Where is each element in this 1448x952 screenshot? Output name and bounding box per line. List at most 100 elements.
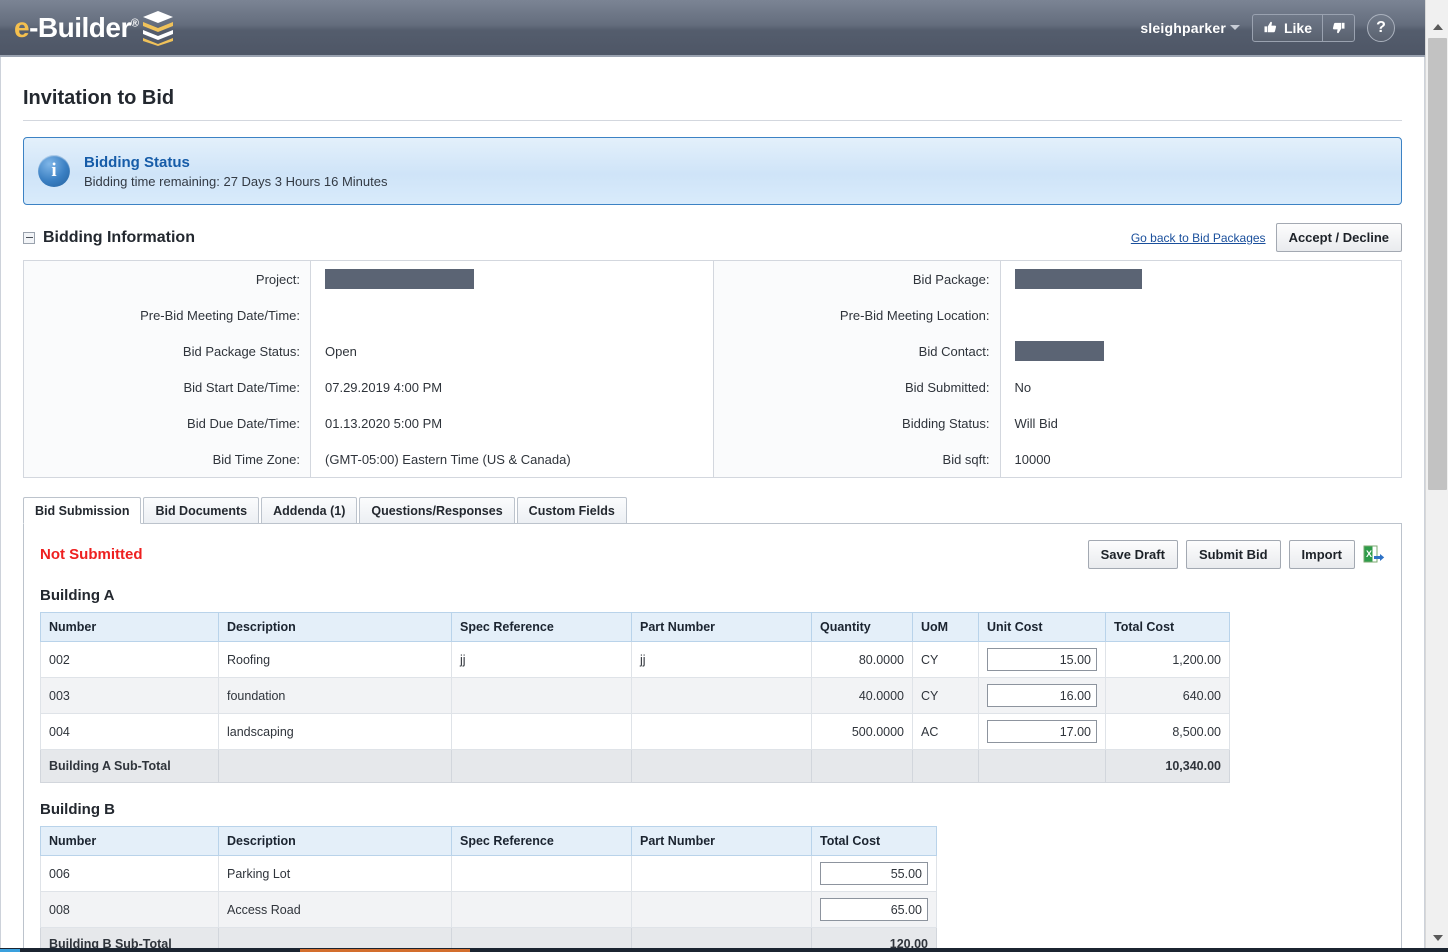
cell-spec-reference	[451, 891, 632, 928]
redacted-value	[1014, 269, 1142, 289]
col-quantity: Quantity	[811, 612, 913, 642]
field-label: Bid Time Zone:	[212, 451, 300, 467]
cell-part-number	[631, 677, 812, 714]
triangle-up-icon	[1432, 24, 1443, 30]
subtotal-blank	[811, 749, 913, 783]
bidding-information-grid: Project: Pre-Bid Meeting Date/Time: Bid …	[23, 260, 1402, 478]
left-labels: Project: Pre-Bid Meeting Date/Time: Bid …	[24, 261, 311, 477]
cell-description: Roofing	[218, 641, 452, 678]
cell-part-number	[631, 891, 812, 928]
col-total-cost: Total Cost	[1105, 612, 1230, 642]
field-label: Bid Submitted:	[904, 379, 990, 395]
field-value-bid-package	[1001, 261, 1402, 297]
bottom-edge-strip	[0, 948, 1448, 952]
bidding-information-header: Bidding Information Go back to Bid Packa…	[23, 223, 1402, 252]
tab-bid-submission[interactable]: Bid Submission	[23, 496, 142, 524]
field-label: Project:	[255, 271, 300, 287]
collapse-toggle[interactable]	[23, 231, 35, 244]
cell-uom: CY	[912, 641, 979, 678]
building-b-table: Number Description Spec Reference Part N…	[40, 826, 937, 952]
bid-submission-panel: Not Submitted Save Draft Submit Bid Impo…	[23, 523, 1402, 952]
total-cost-input[interactable]	[820, 862, 928, 885]
submission-actions: Save Draft Submit Bid Import X	[1087, 540, 1385, 569]
subtotal-blank	[218, 749, 452, 783]
col-number: Number	[40, 612, 219, 642]
svg-text:X: X	[1366, 549, 1372, 559]
cell-spec-reference	[451, 713, 632, 750]
field-value-bid-timezone: (GMT-05:00) Eastern Time (US & Canada)	[325, 451, 571, 467]
scroll-down-arrow[interactable]	[1426, 928, 1448, 948]
thumbs-down-icon	[1332, 22, 1345, 34]
subtotal-blank	[631, 749, 812, 783]
field-label: Pre-Bid Meeting Location:	[839, 307, 990, 323]
unit-cost-input[interactable]	[987, 684, 1097, 707]
cell-description: Access Road	[218, 891, 452, 928]
excel-export-icon[interactable]: X	[1363, 544, 1385, 566]
logo-word: -Builder	[29, 11, 131, 43]
table-row: 004 landscaping 500.0000 AC 8,500.00	[40, 713, 1230, 750]
logo-letter-e: e	[14, 11, 30, 43]
col-part-number: Part Number	[631, 826, 812, 856]
vertical-scrollbar[interactable]	[1425, 0, 1448, 952]
thumbs-up-icon	[1264, 21, 1277, 33]
total-cost-input[interactable]	[820, 898, 928, 921]
tab-questions-responses[interactable]: Questions/Responses	[359, 496, 515, 524]
ebuilder-logo[interactable]: e-Builder®	[14, 10, 175, 46]
go-back-to-bid-packages-link[interactable]: Go back to Bid Packages	[1131, 231, 1266, 245]
field-value-bid-package-status: Open	[325, 343, 357, 359]
banner-subtitle: Bidding time remaining: 27 Days 3 Hours …	[84, 173, 388, 189]
table-row: 003 foundation 40.0000 CY 640.00	[40, 677, 1230, 714]
right-labels: Bid Package: Pre-Bid Meeting Location: B…	[713, 261, 1001, 477]
field-value-bid-start: 07.29.2019 4:00 PM	[325, 379, 443, 395]
field-value-bid-submitted: No	[1014, 379, 1032, 395]
cell-total-cost: 1,200.00	[1105, 641, 1230, 678]
like-label: Like	[1283, 19, 1312, 36]
subtotal-label: Building A Sub-Total	[40, 749, 219, 783]
field-label: Bidding Status:	[902, 415, 990, 431]
section-actions: Go back to Bid Packages Accept / Decline	[1131, 223, 1402, 252]
table-header-row: Number Description Spec Reference Part N…	[40, 826, 937, 856]
user-menu[interactable]: sleighparker	[1140, 20, 1240, 36]
cell-number: 002	[40, 641, 219, 678]
save-draft-button[interactable]: Save Draft	[1087, 540, 1178, 569]
cell-part-number	[631, 855, 812, 892]
unit-cost-input[interactable]	[987, 648, 1097, 671]
tab-bid-documents[interactable]: Bid Documents	[143, 496, 260, 524]
unit-cost-input[interactable]	[987, 720, 1097, 743]
cell-part-number: jj	[631, 641, 812, 678]
field-label: Bid sqft:	[942, 451, 990, 467]
bidding-info-right-column: Bid Package: Pre-Bid Meeting Location: B…	[712, 261, 1402, 477]
table-row: 008 Access Road	[40, 891, 937, 928]
cell-description: landscaping	[218, 713, 452, 750]
submit-bid-button[interactable]: Submit Bid	[1185, 540, 1281, 569]
tab-addenda[interactable]: Addenda (1)	[261, 496, 358, 524]
cell-number: 004	[40, 713, 219, 750]
import-button[interactable]: Import	[1288, 540, 1355, 569]
logo-text: e-Builder®	[14, 11, 139, 43]
col-description: Description	[218, 826, 452, 856]
help-button[interactable]: ?	[1367, 13, 1395, 42]
accept-decline-button[interactable]: Accept / Decline	[1275, 223, 1402, 252]
building-a-subtotal-row: Building A Sub-Total 10,340.00	[40, 749, 1230, 783]
field-value-prebid-datetime	[311, 297, 713, 333]
scroll-up-arrow[interactable]	[1426, 17, 1448, 37]
field-value-prebid-location	[1001, 297, 1402, 333]
field-label: Bid Package:	[912, 271, 990, 287]
scrollbar-thumb[interactable]	[1428, 38, 1447, 490]
field-value-bid-sqft: 10000	[1014, 451, 1051, 467]
tab-custom-fields[interactable]: Custom Fields	[516, 496, 627, 524]
cell-number: 003	[40, 677, 219, 714]
building-a-table: Number Description Spec Reference Part N…	[40, 612, 1230, 783]
subtotal-blank	[912, 749, 979, 783]
page-title: Invitation to Bid	[23, 87, 175, 109]
like-dislike-group: Like	[1251, 13, 1355, 42]
col-description: Description	[218, 612, 452, 642]
field-value-bid-due: 01.13.2020 5:00 PM	[325, 415, 443, 431]
title-divider	[23, 120, 1402, 121]
bidding-status-banner: i Bidding Status Bidding time remaining:…	[23, 137, 1402, 205]
cell-description: Parking Lot	[218, 855, 452, 892]
dislike-button[interactable]	[1322, 14, 1354, 41]
like-button[interactable]: Like	[1253, 15, 1322, 41]
subtotal-value: 10,340.00	[1105, 749, 1230, 783]
cell-uom: CY	[912, 677, 979, 714]
